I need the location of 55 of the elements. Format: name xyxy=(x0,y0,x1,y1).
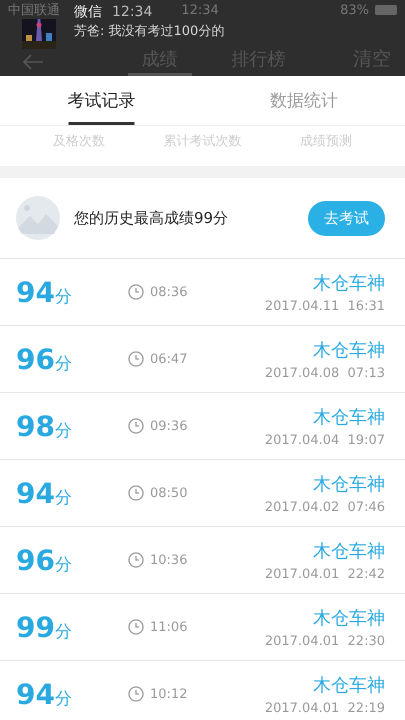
status-time: 12:34 xyxy=(181,2,219,18)
battery-icon xyxy=(375,5,397,15)
exam-date: 2017.04.04 19:07 xyxy=(264,432,385,448)
app-name: 微信 xyxy=(74,3,102,21)
score-unit: 分 xyxy=(54,420,72,442)
score-value: 96 xyxy=(16,544,55,576)
avatar-icon xyxy=(16,196,60,240)
score-value: 94 xyxy=(16,476,55,510)
score-unit: 分 xyxy=(54,486,72,508)
user-name: 木仓车神 xyxy=(313,540,385,562)
duration: 11:06 xyxy=(150,620,188,634)
user-name: 木仓车神 xyxy=(313,606,385,630)
clock-icon xyxy=(128,619,144,635)
user-name: 木仓车神 xyxy=(313,338,385,362)
score-value: 99 xyxy=(16,610,55,644)
sub-tab[interactable]: 数据统计 xyxy=(202,79,405,125)
duration: 10:36 xyxy=(150,552,188,568)
duration: 10:12 xyxy=(150,686,188,702)
score-unit: 分 xyxy=(54,688,72,710)
exam-date: 2017.04.08 07:13 xyxy=(264,366,385,380)
score-unit: 分 xyxy=(54,620,72,642)
duration: 08:50 xyxy=(150,486,188,500)
battery-percent: 83% xyxy=(340,2,369,18)
back-icon[interactable] xyxy=(22,54,44,70)
score-unit: 分 xyxy=(54,352,72,374)
score-value: 98 xyxy=(16,410,55,442)
take-exam-button[interactable]: 去考试 xyxy=(308,200,385,236)
exam-date: 2017.04.01 22:19 xyxy=(264,700,385,716)
duration: 09:36 xyxy=(150,418,188,434)
notification-time: 12:34 xyxy=(112,4,152,20)
sub-tab[interactable]: 考试记录 xyxy=(0,79,202,125)
score-unit: 分 xyxy=(54,554,72,576)
exam-date: 2017.04.01 22:30 xyxy=(264,634,385,648)
exam-date: 2017.04.02 07:46 xyxy=(264,500,385,514)
clock-icon xyxy=(128,552,144,568)
best-score-text: 您的历史最高成绩99分 xyxy=(74,208,230,228)
clock-icon xyxy=(128,284,144,300)
score-value: 94 xyxy=(16,276,55,308)
clock-icon xyxy=(128,418,144,434)
score-value: 94 xyxy=(16,678,55,710)
duration: 08:36 xyxy=(150,284,188,300)
user-name: 木仓车神 xyxy=(313,272,385,294)
user-name: 木仓车神 xyxy=(313,674,385,696)
user-name: 木仓车神 xyxy=(313,472,385,496)
notification-message: 芳爸: 我没有考过100分的 xyxy=(74,23,224,40)
user-name: 木仓车神 xyxy=(313,406,385,428)
clock-icon xyxy=(128,485,144,501)
exam-date: 2017.04.11 16:31 xyxy=(264,298,385,314)
clock-icon xyxy=(128,351,144,367)
duration: 06:47 xyxy=(150,352,188,366)
clock-icon xyxy=(128,686,144,702)
score-value: 96 xyxy=(16,342,55,376)
exam-date: 2017.04.01 22:42 xyxy=(264,566,385,582)
carrier-name: 中国联通 xyxy=(8,2,60,19)
score-unit: 分 xyxy=(54,286,72,308)
